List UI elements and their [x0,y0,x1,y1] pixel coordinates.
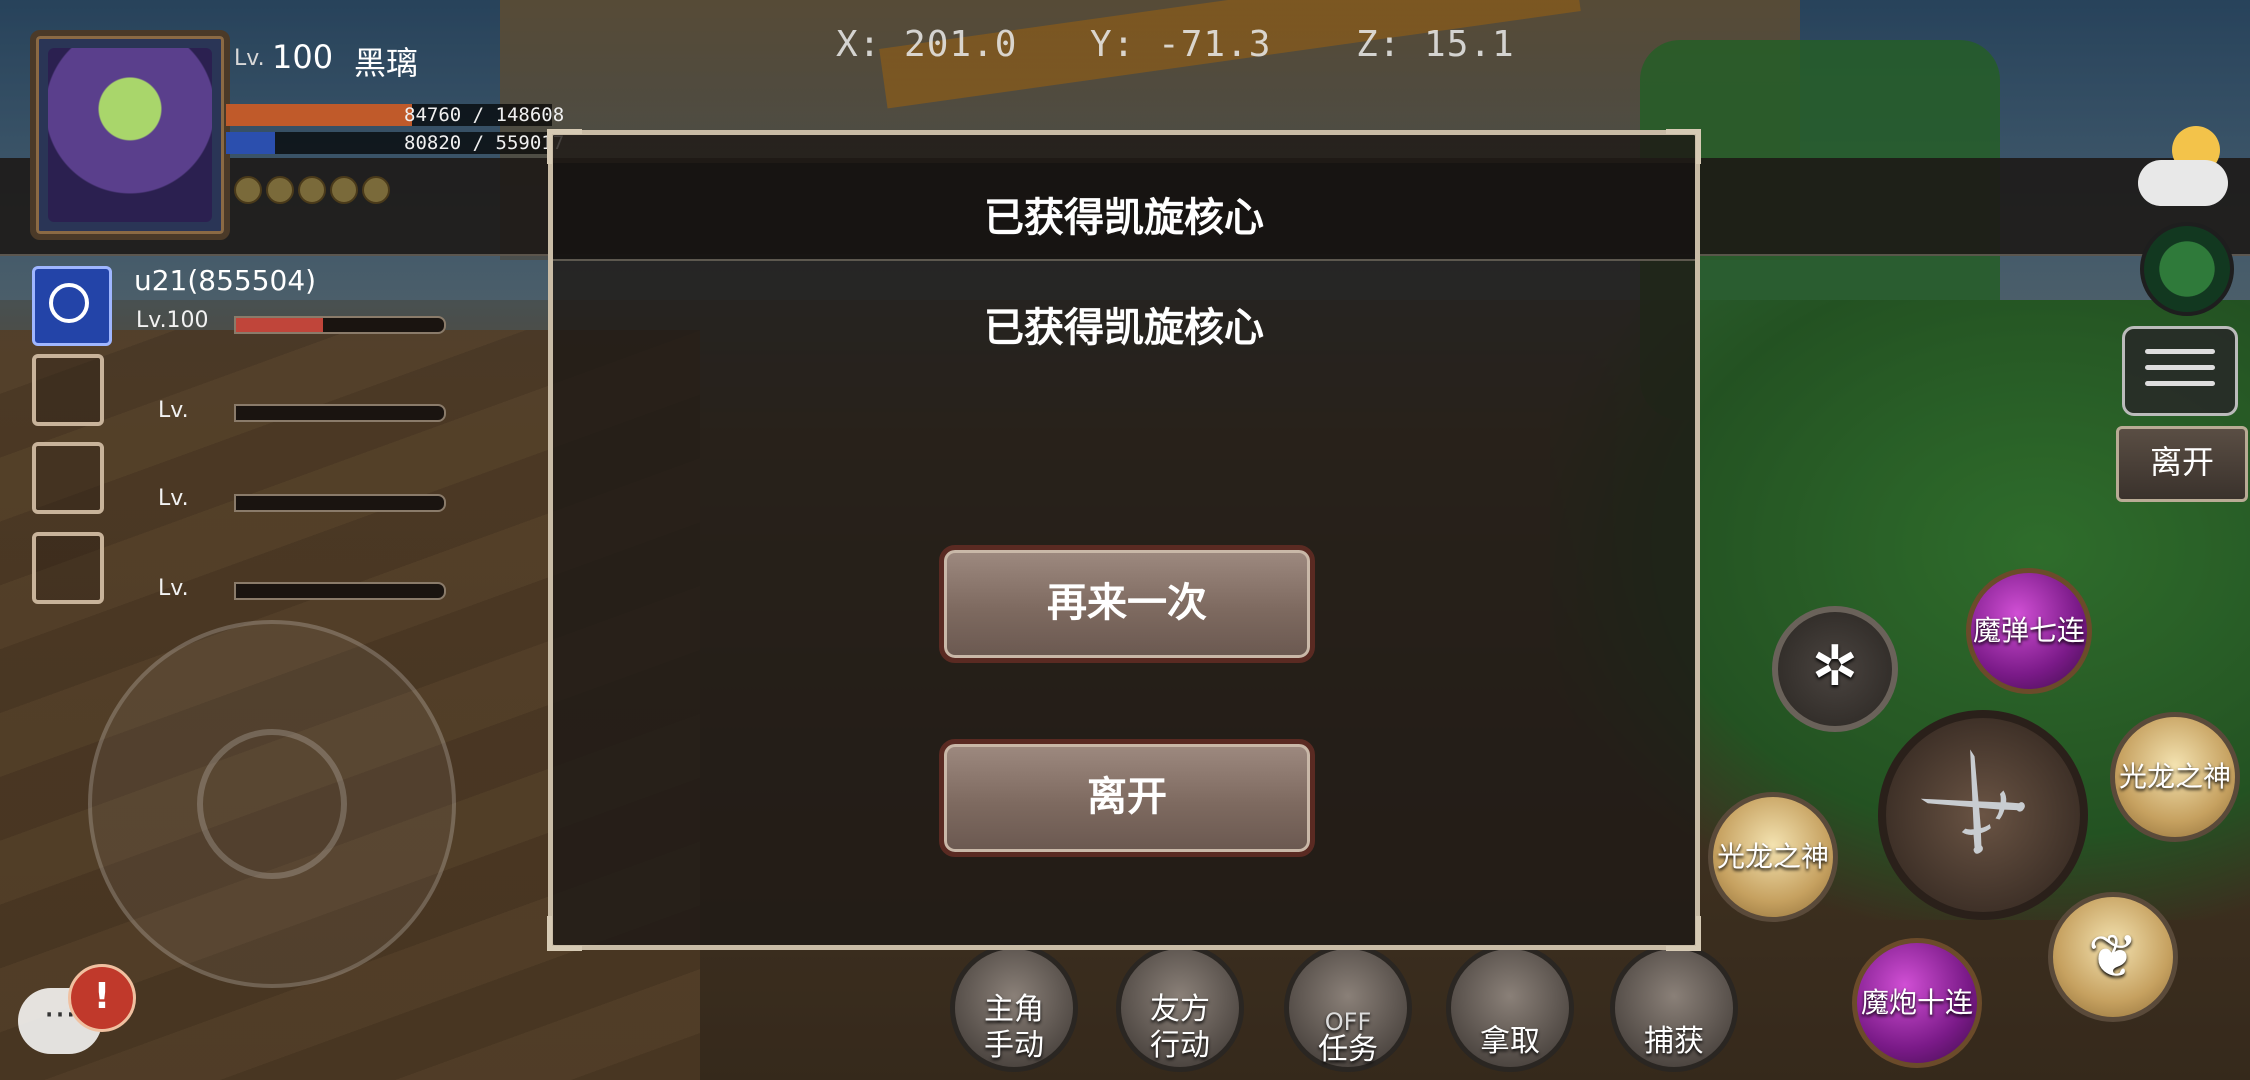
character-portrait-image [48,48,212,222]
dialog-corner-ornament [547,916,582,951]
player-name: 黑璃 [354,44,419,82]
coord-y: Y: -71.3 [1090,24,1272,65]
empty-slot-hp-bar [234,494,446,512]
radar-icon[interactable] [2140,222,2234,316]
status-orb [298,176,326,204]
dialog-message: 已获得凯旋核心 [984,305,1264,351]
rotate-skill-button[interactable]: ✲ [1772,606,1898,732]
capture-label: 捕获 [1644,1024,1704,1059]
dialog-corner-ornament [1666,916,1701,951]
hero-manual-button[interactable]: 主角 手动 [950,944,1078,1072]
dialog-title: 已获得凯旋核心 [984,195,1264,241]
chat-log-icon[interactable] [2122,326,2238,416]
hp-text: 84760 / 148608 [404,104,565,126]
menu-line [2145,349,2215,354]
player-level: 100 [272,38,334,76]
empty-slot-hp-bar [234,582,446,600]
dialog-corner-ornament [547,129,582,164]
player-level-label: Lv. [234,46,265,71]
reward-dialog: 已获得凯旋核心 已获得凯旋核心 再来一次 离开 [547,129,1701,951]
grab-label: 拿取 [1480,1024,1540,1059]
sword-icon: ⚔ [1895,723,2056,885]
menu-line [2145,365,2215,370]
skill-button-4[interactable]: 魔炮十连 [1852,938,1982,1068]
mp-text: 80820 / 559017 [404,132,565,154]
party-member-icon[interactable] [32,266,112,346]
player-portrait[interactable] [30,30,230,240]
grab-button[interactable]: 拿取 [1446,944,1574,1072]
empty-slot-hp-bar [234,404,446,422]
party-member-hp-bar [234,316,446,334]
game-screen: X: 201.0 Y: -71.3 Z: 15.1 Lv. 100 黑璃 847… [0,0,2250,1080]
retry-button[interactable]: 再来一次 [939,545,1315,663]
status-orb [266,176,294,204]
feather-icon: ❦ [2087,922,2139,992]
alert-icon[interactable]: ! [68,964,136,1032]
virtual-joystick[interactable] [88,620,456,988]
hero-manual-line1: 主角 [984,992,1044,1027]
ally-action-line1: 友方 [1150,992,1210,1027]
ally-action-button[interactable]: 友方 行动 [1116,944,1244,1072]
skill-button-1[interactable]: 魔弹七连 [1966,568,2092,694]
empty-slot-level: Lv. [158,486,189,511]
empty-party-slot[interactable] [32,354,104,426]
status-orb [362,176,390,204]
weather-icon [2128,120,2238,220]
status-orb [234,176,262,204]
hp-bar-fill [226,104,412,126]
empty-slot-level: Lv. [158,576,189,601]
skill-button-3[interactable]: 光龙之神 [1708,792,1838,922]
clock-gear-icon [49,283,89,323]
mp-bar-fill [226,132,275,154]
attack-button[interactable]: ⚔ [1878,710,2088,920]
party-member-name: u21(855504) [134,264,317,297]
quest-label: 任务 [1318,1032,1378,1067]
joystick-knob[interactable] [197,729,347,879]
dialog-corner-ornament [1666,129,1701,164]
capture-button[interactable]: 捕获 [1610,944,1738,1072]
quest-button[interactable]: OFF 任务 [1284,944,1412,1072]
leave-button[interactable]: 离开 [939,739,1315,857]
empty-party-slot[interactable] [32,532,104,604]
hero-manual-line2: 手动 [984,1028,1044,1063]
party-member-hp-fill [236,318,324,332]
menu-line [2145,381,2215,386]
empty-slot-level: Lv. [158,398,189,423]
skill-button-2[interactable]: 光龙之神 [2110,712,2240,842]
feather-skill-button[interactable]: ❦ [2048,892,2178,1022]
party-member-level: Lv.100 [136,308,209,333]
coord-z: Z: 15.1 [1356,24,1515,65]
coord-x: X: 201.0 [836,24,1018,65]
status-orb [330,176,358,204]
rotate-icon: ✲ [1811,634,1859,699]
cloud-icon [2138,160,2228,206]
empty-party-slot[interactable] [32,442,104,514]
side-leave-button[interactable]: 离开 [2116,426,2248,502]
ally-action-line2: 行动 [1150,1028,1210,1063]
